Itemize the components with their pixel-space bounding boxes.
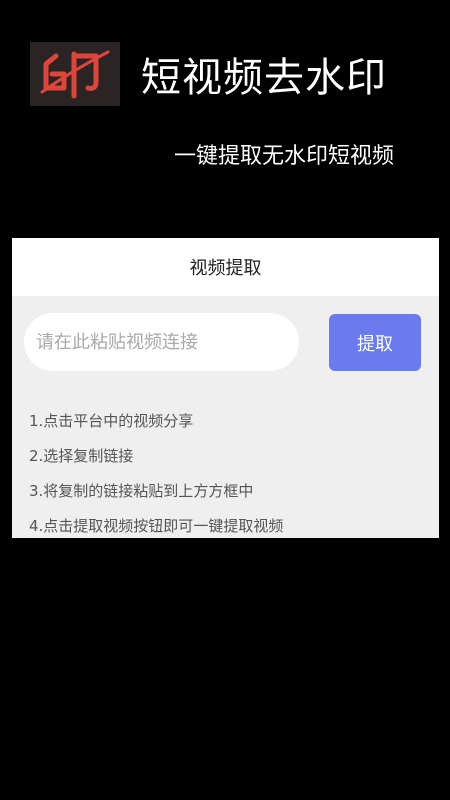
- app-logo: [30, 42, 120, 106]
- extract-button[interactable]: 提取: [329, 314, 421, 371]
- instruction-step: 1.点击平台中的视频分享: [29, 412, 194, 430]
- watermark-logo-icon: [40, 50, 110, 99]
- app-subtitle: 一键提取无水印短视频: [174, 144, 395, 169]
- app-header: 短视频去水印 一键提取无水印短视频: [0, 0, 450, 238]
- instruction-list: 1.点击平台中的视频分享 2.选择复制链接 3.将复制的链接粘贴到上方方框中 4…: [29, 404, 283, 544]
- video-link-input[interactable]: [24, 313, 299, 371]
- app-screen: 短视频去水印 一键提取无水印短视频 视频提取 提取 1.点击平台中的视频分享 2…: [0, 0, 450, 800]
- panel-title: 视频提取: [189, 258, 262, 279]
- panel-header: 视频提取: [12, 238, 439, 296]
- extract-panel: 视频提取 提取 1.点击平台中的视频分享 2.选择复制链接 3.将复制的链接粘贴…: [12, 238, 439, 538]
- app-title: 短视频去水印: [141, 55, 387, 101]
- instruction-step: 4.点击提取视频按钮即可一键提取视频: [29, 517, 284, 535]
- instruction-step: 2.选择复制链接: [29, 447, 134, 465]
- input-row: 提取: [12, 296, 439, 396]
- instruction-step: 3.将复制的链接粘贴到上方方框中: [29, 482, 254, 500]
